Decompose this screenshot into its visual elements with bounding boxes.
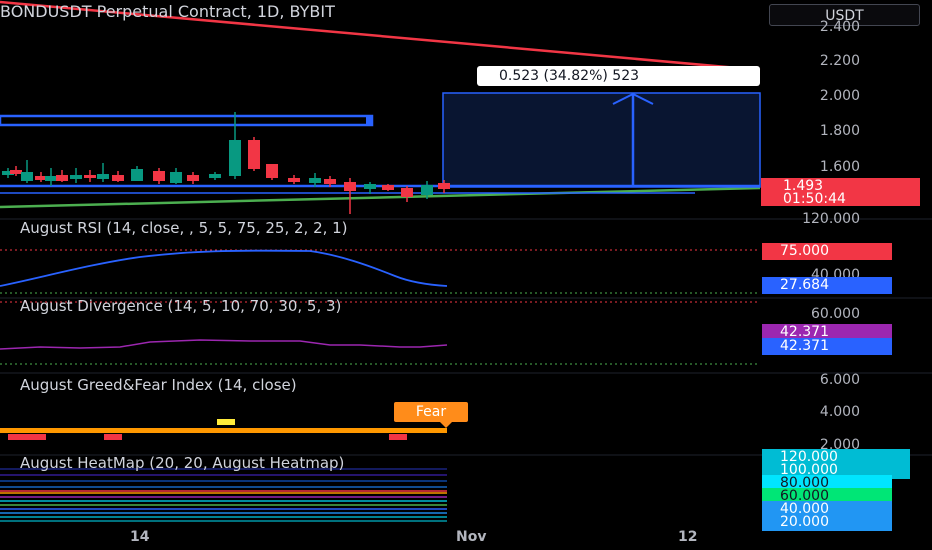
greed-fear-bar[interactable]	[0, 428, 447, 433]
candle-body[interactable]	[324, 179, 336, 184]
measure-label[interactable]: 0.523 (34.82%) 523	[477, 66, 760, 86]
price-tick: 2.000	[819, 88, 860, 104]
heatmap-band	[0, 486, 447, 488]
heatmap-band	[0, 480, 447, 482]
rsi-upper-badge: 75.000	[762, 243, 892, 260]
candle-body[interactable]	[187, 175, 199, 181]
candle-body[interactable]	[153, 171, 165, 181]
greed-fear-tick: 6.000	[819, 372, 860, 388]
price-tick: 2.400	[819, 19, 860, 35]
fear-segment	[389, 434, 407, 440]
rsi-tick: 120.000	[802, 211, 860, 227]
candle-body[interactable]	[344, 182, 356, 191]
divergence-badge: 42.371	[762, 338, 892, 355]
last-price-badge: 1.493 01:50:44	[761, 178, 920, 207]
rsi-title[interactable]: August RSI (14, close, , 5, 5, 75, 25, 2…	[20, 219, 348, 237]
candle-body[interactable]	[84, 175, 96, 178]
heatmap-band	[0, 492, 447, 494]
heatmap-band	[0, 508, 447, 510]
candle-body[interactable]	[56, 175, 68, 181]
heatmap-band	[0, 500, 447, 502]
heatmap-title[interactable]: August HeatMap (20, 20, August Heatmap)	[20, 454, 344, 472]
divergence-line[interactable]	[0, 339, 448, 350]
candle-body[interactable]	[45, 176, 57, 181]
candle-body[interactable]	[131, 169, 143, 181]
heatmap-band	[0, 490, 447, 492]
heatmap-band	[0, 512, 447, 514]
countdown-timer: 01:50:44	[783, 191, 846, 207]
candle-body[interactable]	[382, 185, 394, 190]
heatmap-band	[0, 520, 447, 522]
candle-body[interactable]	[21, 172, 33, 181]
greed-fear-tick: 4.000	[819, 404, 860, 420]
candle-body[interactable]	[248, 140, 260, 169]
heatmap-band	[0, 474, 447, 476]
candle-body[interactable]	[309, 178, 321, 183]
heatmap-bands	[0, 468, 447, 522]
candle-body[interactable]	[401, 188, 413, 197]
candle-body[interactable]	[421, 185, 433, 195]
candle-body[interactable]	[209, 174, 221, 178]
candle-body[interactable]	[112, 175, 124, 181]
measure-box[interactable]	[442, 92, 761, 188]
candle-body[interactable]	[229, 140, 241, 176]
heatmap-band	[0, 516, 447, 518]
candle-body[interactable]	[364, 184, 376, 189]
candle-body[interactable]	[70, 175, 82, 179]
time-label: 12	[678, 529, 698, 545]
range-box-handle[interactable]	[366, 116, 373, 125]
heatmap-badge: 20.000	[762, 514, 892, 531]
greed-segment	[217, 419, 235, 425]
price-tick: 2.200	[819, 53, 860, 69]
heatmap-band	[0, 504, 447, 506]
rsi-line[interactable]	[0, 249, 448, 287]
candle-body[interactable]	[288, 178, 300, 182]
divergence-title[interactable]: August Divergence (14, 5, 10, 70, 30, 5,…	[20, 297, 341, 315]
candle-body[interactable]	[266, 164, 278, 178]
time-label: 14	[130, 529, 150, 545]
divergence-tick: 60.000	[811, 306, 860, 322]
candle-body[interactable]	[438, 183, 450, 189]
range-box[interactable]	[0, 114, 374, 127]
support-trendline[interactable]	[0, 186, 761, 209]
rsi-value-badge: 27.684	[762, 277, 892, 294]
candle-body[interactable]	[10, 170, 22, 174]
greed-fear-title[interactable]: August Greed&Fear Index (14, close)	[20, 376, 297, 394]
candle-body[interactable]	[97, 174, 109, 179]
fear-segment	[104, 434, 122, 440]
candles[interactable]	[2, 112, 450, 214]
fear-segment	[8, 434, 46, 440]
chart-title[interactable]: BONDUSDT Perpetual Contract, 1D, BYBIT	[0, 2, 335, 21]
heatmap-band	[0, 496, 447, 498]
fear-label: Fear	[394, 402, 468, 428]
time-label: Nov	[456, 529, 487, 545]
price-tick: 1.800	[819, 123, 860, 139]
candle-body[interactable]	[170, 172, 182, 183]
price-tick: 1.600	[819, 159, 860, 175]
